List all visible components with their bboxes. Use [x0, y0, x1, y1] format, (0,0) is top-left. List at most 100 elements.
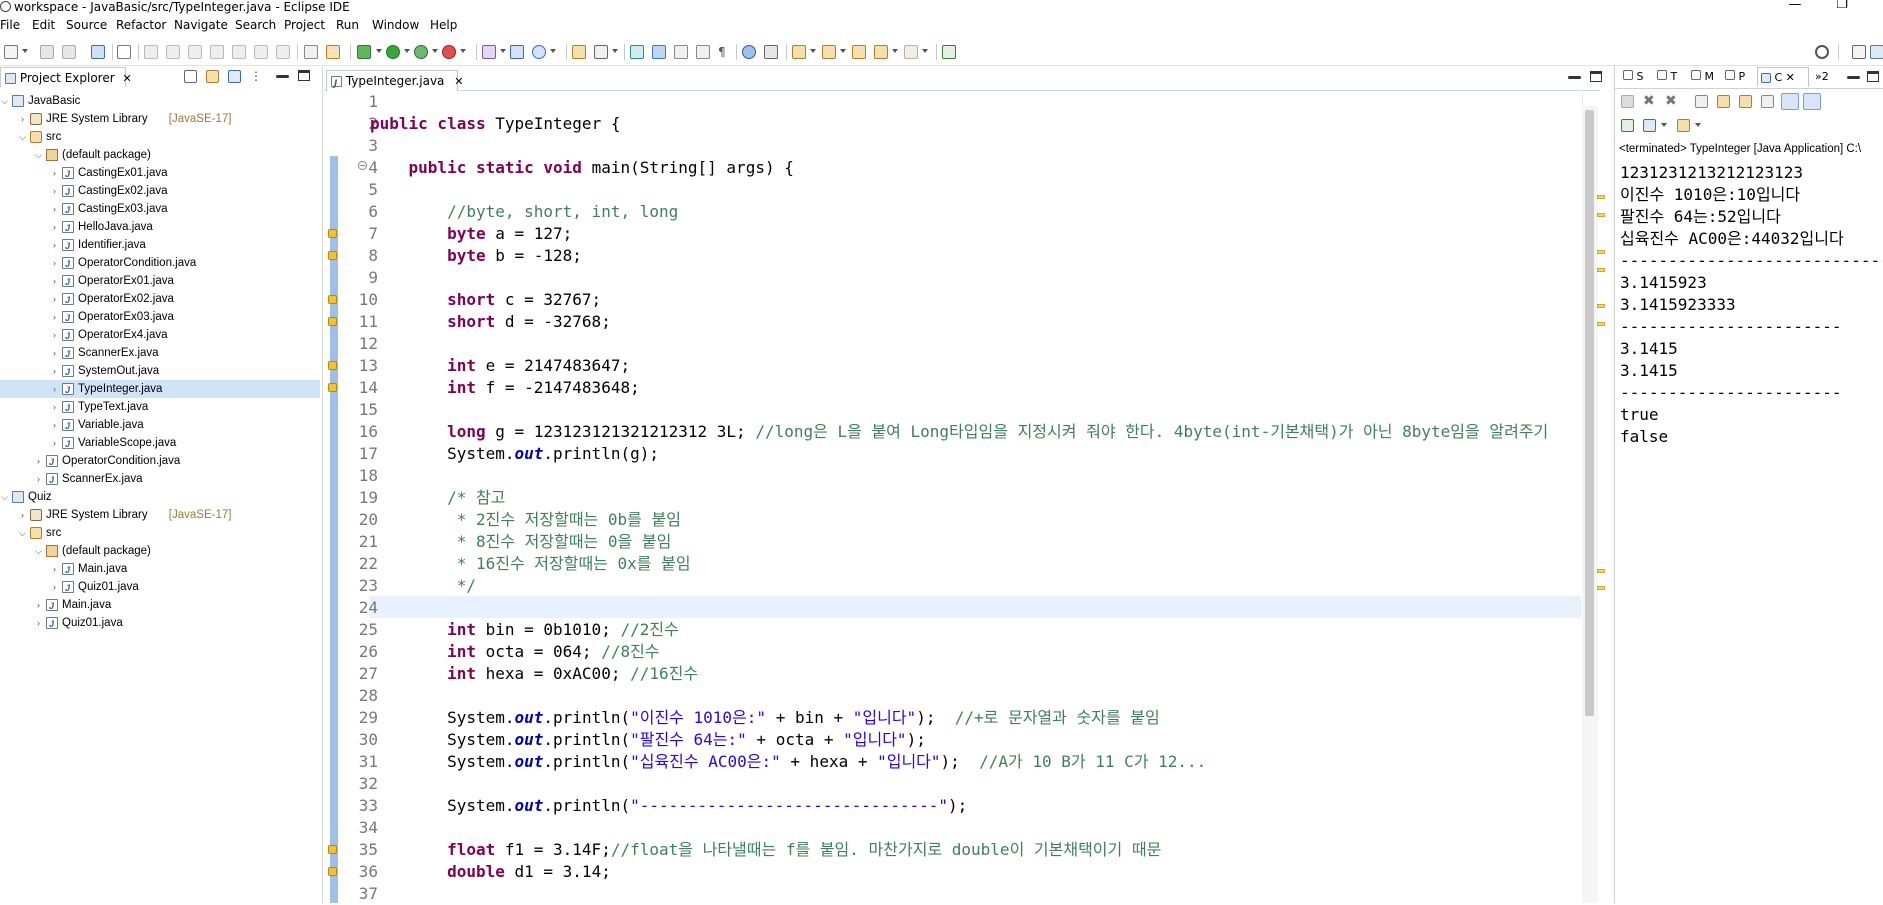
chevron-right-icon[interactable]: ›	[50, 578, 59, 596]
code-line[interactable]: double d1 = 3.14;	[370, 861, 611, 883]
chevron-right-icon[interactable]: ›	[50, 380, 59, 398]
last-edit-location-icon[interactable]	[852, 45, 866, 59]
tree-item[interactable]: › TypeText.java	[0, 398, 320, 417]
tab-typeinteger-java[interactable]: TypeInteger.java ✕	[326, 70, 463, 94]
menu-search[interactable]: Search	[235, 18, 276, 32]
tree-item[interactable]: › CastingEx02.java	[0, 182, 320, 201]
tree-item[interactable]: › ScannerEx.java	[0, 344, 320, 363]
chevron-right-icon[interactable]: ›	[50, 272, 59, 290]
suspend-icon[interactable]	[166, 45, 180, 59]
code-line[interactable]: float f1 = 3.14F;//float을 나타낼때는 f를 붙임. 마…	[370, 839, 1161, 861]
tree-item[interactable]: › VariableScope.java	[0, 434, 320, 453]
terminate-icon[interactable]	[1621, 95, 1634, 108]
next-annotation-dropdown-icon[interactable]	[810, 49, 816, 53]
tree-item[interactable]: › OperatorEx01.java	[0, 272, 320, 291]
menu-refactor[interactable]: Refactor	[116, 18, 166, 32]
toggle-highlight-icon[interactable]	[652, 45, 666, 59]
link-with-editor-icon[interactable]	[206, 70, 219, 83]
coverage-icon[interactable]	[326, 45, 340, 59]
next-annotation-icon[interactable]	[792, 45, 806, 59]
step-return-icon[interactable]	[276, 45, 290, 59]
chevron-right-icon[interactable]: ›	[50, 218, 59, 236]
view-menu-icon[interactable]: ⋮	[250, 70, 262, 83]
code-line[interactable]: * 16진수 저장할때는 0x를 붙임	[370, 553, 691, 575]
search-icon[interactable]	[1815, 45, 1829, 59]
warning-icon[interactable]	[328, 867, 337, 876]
minimize-editor-icon[interactable]	[1568, 76, 1581, 79]
code-line[interactable]: short d = -32768;	[370, 311, 611, 333]
overview-warning-mark[interactable]	[1597, 250, 1605, 254]
external-tools-icon[interactable]	[442, 45, 456, 59]
chevron-right-icon[interactable]: ›	[34, 470, 43, 488]
show-on-stderr-icon[interactable]	[1803, 93, 1821, 110]
chevron-right-icon[interactable]: ›	[50, 236, 59, 254]
code-line[interactable]: int hexa = 0xAC00; //16진수	[370, 663, 698, 685]
overview-warning-mark[interactable]	[1597, 195, 1605, 199]
code-line[interactable]: int e = 2147483647;	[370, 355, 630, 377]
close-icon[interactable]: ✕	[123, 72, 132, 85]
warning-icon[interactable]	[328, 317, 337, 326]
back-dropdown-icon[interactable]	[892, 49, 898, 53]
tree-item[interactable]: › Quiz01.java	[0, 578, 320, 597]
overview-warning-mark[interactable]	[1597, 213, 1605, 217]
external-tools-dropdown-icon[interactable]	[460, 49, 466, 53]
step-over-icon[interactable]	[254, 45, 268, 59]
collapse-all-icon[interactable]	[184, 70, 197, 83]
more-views-button[interactable]: »2	[1815, 70, 1829, 83]
debug-icon[interactable]	[357, 45, 371, 59]
tree-item[interactable]: ⌵ src	[0, 128, 320, 146]
show-on-output-icon[interactable]	[1761, 95, 1774, 108]
tree-item[interactable]: ⌵ (default package)	[0, 146, 320, 164]
new-icon[interactable]	[4, 45, 18, 59]
code-line[interactable]: * 8진수 저장할때는 0을 붙임	[370, 531, 672, 553]
chevron-right-icon[interactable]: ›	[50, 362, 59, 380]
chevron-right-icon[interactable]: ›	[34, 596, 43, 614]
forward-dropdown-icon[interactable]	[922, 49, 928, 53]
tab-p[interactable]: P	[1725, 70, 1745, 83]
new-class-dropdown-icon[interactable]	[550, 49, 556, 53]
chevron-right-icon[interactable]: ›	[50, 434, 59, 452]
code-line[interactable]: /* 참고	[370, 487, 505, 509]
chevron-right-icon[interactable]: ›	[50, 398, 59, 416]
chevron-right-icon[interactable]: ›	[50, 344, 59, 362]
use-step-filters-icon[interactable]	[304, 45, 318, 59]
menu-project[interactable]: Project	[284, 18, 325, 32]
new-java-project-icon[interactable]	[482, 45, 496, 59]
fold-icon[interactable]: −	[358, 161, 367, 170]
word-wrap-console-icon[interactable]	[1739, 95, 1752, 108]
tab-console[interactable]: C ✕	[1757, 67, 1809, 87]
chevron-down-icon[interactable]: ⌵	[34, 542, 43, 560]
menu-run[interactable]: Run	[336, 18, 359, 32]
tab-t[interactable]: T	[1657, 70, 1677, 83]
chevron-right-icon[interactable]: ›	[50, 200, 59, 218]
code-line[interactable]: short c = 32767;	[370, 289, 601, 311]
show-whitespace-icon[interactable]: ¶	[718, 45, 732, 59]
tree-item[interactable]: › JRE System Library [JavaSE-17]	[0, 110, 320, 128]
show-on-stdout-icon[interactable]	[1781, 93, 1799, 110]
previous-annotation-icon[interactable]	[822, 45, 836, 59]
maximize-console-icon[interactable]	[1867, 71, 1879, 82]
chevron-down-icon[interactable]: ⌵	[0, 92, 9, 110]
back-icon[interactable]	[874, 45, 888, 59]
code-line[interactable]: System.out.println("십육진수 AC00은:" + hexa …	[370, 751, 1206, 773]
overview-warning-mark[interactable]	[1597, 304, 1605, 308]
menu-file[interactable]: File	[0, 18, 20, 32]
code-line[interactable]: int octa = 064; //8진수	[370, 641, 659, 663]
menu-navigate[interactable]: Navigate	[174, 18, 228, 32]
web-browser-icon[interactable]	[742, 45, 756, 59]
maximize-editor-icon[interactable]	[1590, 71, 1602, 82]
tree-item[interactable]: › Main.java	[0, 596, 320, 615]
chevron-down-icon[interactable]: ⌵	[0, 488, 9, 506]
skip-breakpoints-icon[interactable]	[117, 45, 131, 59]
editor-scrollbar-thumb[interactable]	[1585, 110, 1594, 716]
open-console-dropdown-icon[interactable]	[1695, 123, 1701, 127]
block-selection-icon[interactable]	[674, 45, 688, 59]
resume-icon[interactable]	[144, 45, 158, 59]
minimize-view-icon[interactable]	[276, 75, 289, 78]
menu-help[interactable]: Help	[430, 18, 457, 32]
tree-item[interactable]: › OperatorCondition.java	[0, 254, 320, 273]
pin-editor-icon[interactable]	[942, 45, 956, 59]
code-line[interactable]: */	[370, 575, 476, 597]
code-line[interactable]: long g = 123123121321212312 3L; //long은 …	[370, 421, 1548, 443]
minimize-button[interactable]: —	[1775, 0, 1815, 14]
